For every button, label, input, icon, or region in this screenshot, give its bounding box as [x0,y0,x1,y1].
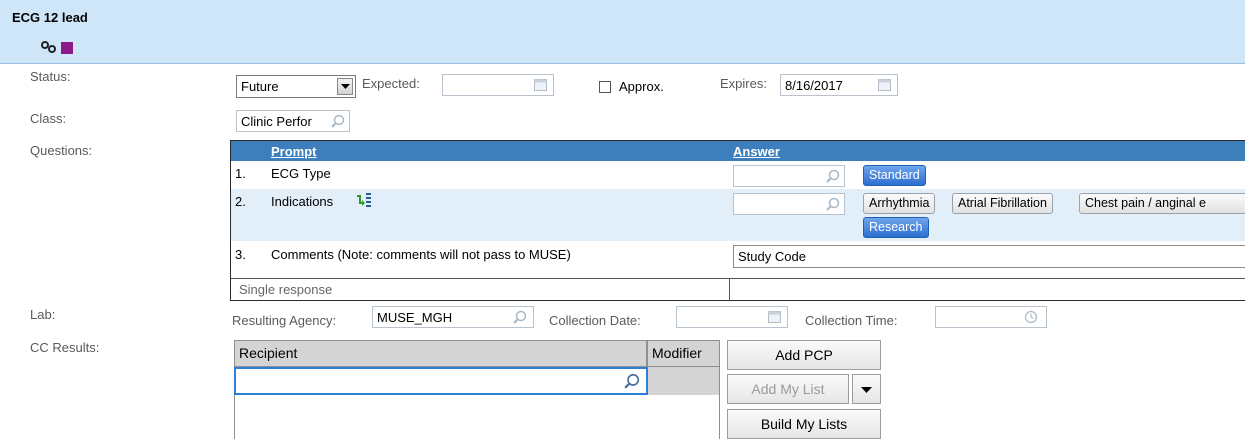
table-divider [231,278,1245,279]
list-icon[interactable] [356,192,372,211]
status-select[interactable]: Future [236,75,356,98]
ecg-type-input[interactable] [733,165,845,187]
comments-value: Study Code [738,249,806,264]
square-icon [61,42,73,54]
chevron-down-icon[interactable] [337,78,353,95]
research-token-button[interactable]: Research [863,217,929,238]
build-my-lists-button[interactable]: Build My Lists [727,409,881,439]
question-prompt: ECG Type [271,166,331,181]
indications-input[interactable] [733,193,845,215]
expires-label: Expires: [720,76,767,91]
questions-label: Questions: [30,143,93,158]
add-my-list-dropdown[interactable] [852,374,881,404]
question-number: 2. [235,194,246,209]
status-value: Future [241,79,279,94]
question-row: 1. ECG Type Standard [231,161,1245,189]
search-icon[interactable] [826,169,840,186]
order-title: ECG 12 lead [12,10,88,25]
question-prompt: Indications [271,194,334,209]
class-value: Clinic Perfor [241,114,312,129]
comments-input[interactable]: Study Code [733,245,1245,268]
questions-table: Prompt Answer 1. ECG Type Standard 2. In… [230,140,1245,301]
recipient-header: Recipient [234,340,647,367]
answer-header: Answer [733,144,780,159]
question-row: 3. Comments (Note: comments will not pas… [231,241,1245,271]
approx-label: Approx. [619,79,664,94]
question-prompt: Comments (Note: comments will not pass t… [271,247,571,262]
search-icon[interactable] [826,197,840,214]
class-label: Class: [30,111,67,126]
add-my-list-button[interactable]: Add My List [727,374,849,404]
questions-table-header: Prompt Answer [231,141,1245,161]
search-icon[interactable] [624,373,640,392]
approx-checkbox[interactable] [599,81,611,93]
chest-pain-token-button[interactable]: Chest pain / anginal e [1079,193,1245,214]
add-pcp-button[interactable]: Add PCP [727,340,881,370]
search-icon[interactable] [331,114,345,131]
collection-date-label: Collection Date: [549,313,641,328]
question-number: 3. [235,247,246,262]
clock-icon[interactable] [1024,310,1038,327]
expires-date-field[interactable]: 8/16/2017 [780,74,898,96]
expected-label: Expected: [362,76,420,91]
collection-time-field[interactable] [935,306,1047,328]
cc-results-label: CC Results: [30,340,100,355]
link-icon[interactable] [40,40,60,57]
resulting-agency-value: MUSE_MGH [377,310,453,325]
atrial-fibrillation-token-button[interactable]: Atrial Fibrillation [952,193,1053,214]
modifier-cell [647,367,720,395]
arrhythmia-token-button[interactable]: Arrhythmia [863,193,936,214]
collection-date-field[interactable] [676,306,788,328]
expected-date-field[interactable] [442,74,554,96]
modifier-header: Modifier [647,340,720,367]
calendar-icon[interactable] [534,79,547,94]
class-field[interactable]: Clinic Perfor [236,110,350,132]
expires-date-value: 8/16/2017 [785,78,843,93]
resulting-agency-label: Resulting Agency: [232,313,337,328]
collection-time-label: Collection Time: [805,313,898,328]
standard-token-button[interactable]: Standard [863,165,926,186]
status-label: Status: [30,69,71,84]
recipient-input[interactable] [234,367,648,395]
question-number: 1. [235,166,246,181]
lab-label: Lab: [30,307,56,322]
search-icon[interactable] [513,310,527,327]
single-response-text: Single response [239,282,333,297]
calendar-icon[interactable] [878,79,891,94]
footer-divider [729,278,730,301]
chevron-down-icon [861,381,872,397]
resulting-agency-field[interactable]: MUSE_MGH [372,306,534,328]
question-row: 2. Indications Arrhythmia Atrial Fibrill… [231,189,1245,241]
order-header: ECG 12 lead [0,0,1245,64]
prompt-header: Prompt [271,144,317,159]
calendar-icon[interactable] [768,311,781,326]
